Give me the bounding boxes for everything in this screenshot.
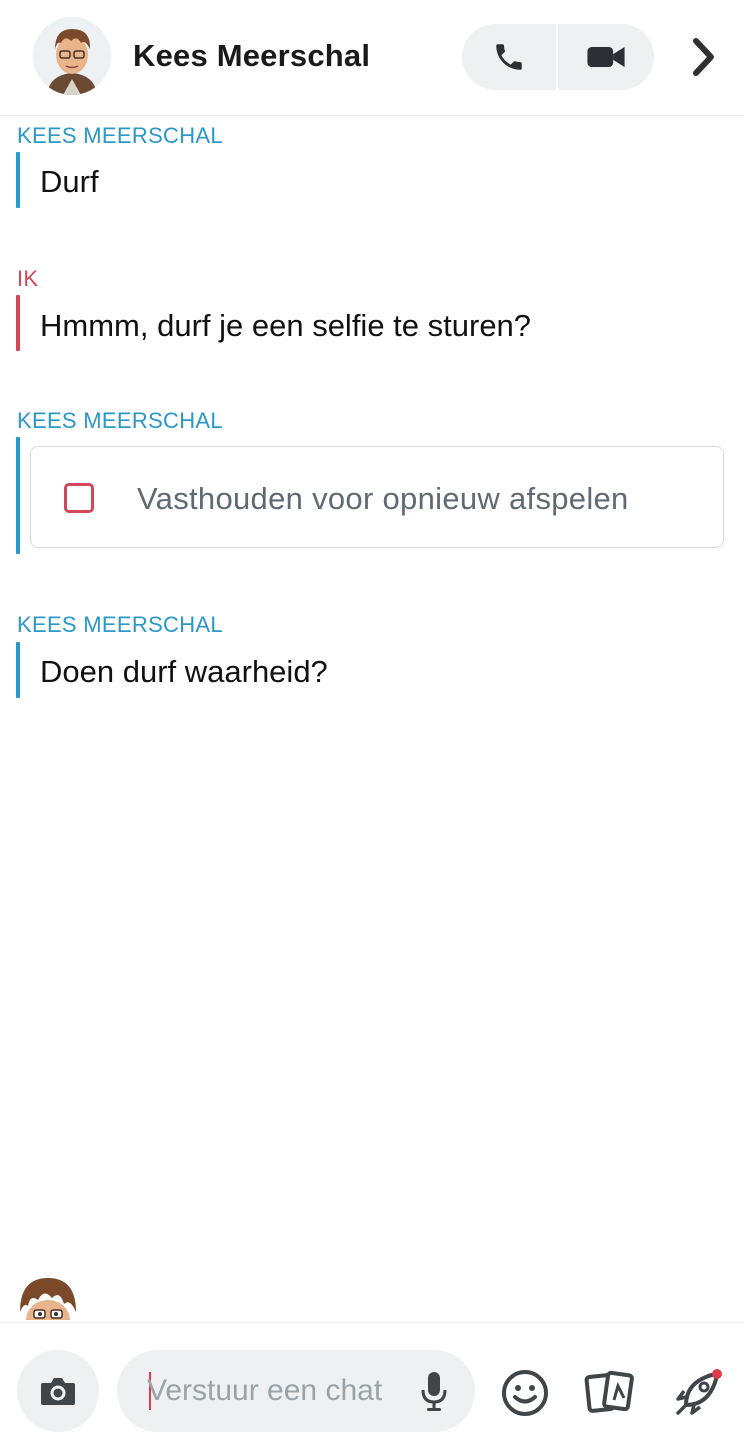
message-sender: KEES MEERSCHAL <box>17 612 223 637</box>
camera-button[interactable] <box>17 1350 99 1432</box>
message-sender: KEES MEERSCHAL <box>17 408 223 433</box>
microphone-icon[interactable] <box>417 1368 451 1414</box>
stickers-icon[interactable] <box>584 1367 636 1419</box>
message-text[interactable]: Durf <box>40 164 99 200</box>
phone-icon <box>496 44 522 70</box>
avatar[interactable] <box>33 17 111 95</box>
chevron-right-icon[interactable] <box>684 34 724 80</box>
video-camera-icon <box>587 47 625 67</box>
message-sender: IK <box>17 266 39 291</box>
message-text[interactable]: Doen durf waarheid? <box>40 654 328 690</box>
message-sender: KEES MEERSCHAL <box>17 123 223 148</box>
message-bar <box>16 295 20 351</box>
message-bar <box>16 642 20 698</box>
typing-bitmoji-icon <box>10 1272 86 1322</box>
bitmoji-avatar-icon <box>33 17 111 95</box>
call-buttons <box>462 24 654 90</box>
chat-composer <box>0 1322 744 1445</box>
chat-input[interactable] <box>147 1370 417 1412</box>
message-bar <box>16 152 20 208</box>
video-call-button[interactable] <box>558 24 654 90</box>
chat-input-container[interactable] <box>117 1350 475 1432</box>
message-bar <box>16 437 20 554</box>
snap-square-icon <box>64 483 94 513</box>
chat-header: Kees Meerschal <box>0 0 744 116</box>
contact-name[interactable]: Kees Meerschal <box>133 38 370 74</box>
snap-replay-card[interactable]: Vasthouden voor opnieuw afspelen <box>30 446 724 548</box>
voice-call-button[interactable] <box>462 24 558 90</box>
rocket-icon[interactable] <box>672 1367 724 1419</box>
camera-icon <box>41 1378 75 1405</box>
snap-replay-label: Vasthouden voor opnieuw afspelen <box>137 481 629 516</box>
emoji-icon[interactable] <box>499 1367 551 1419</box>
message-text[interactable]: Hmmm, durf je een selfie te sturen? <box>40 308 531 344</box>
